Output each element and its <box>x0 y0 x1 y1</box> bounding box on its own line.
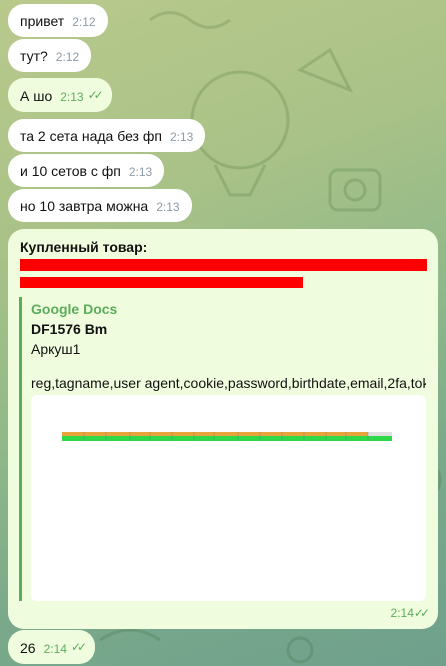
card-meta: 2:14 ✓✓ <box>390 606 431 621</box>
message-bubble[interactable]: но 10 завтра можна 2:13 <box>8 189 192 222</box>
preview-image[interactable] <box>31 395 426 601</box>
spreadsheet-thumbnail <box>62 432 392 441</box>
message-text: привет <box>20 13 65 29</box>
message-text: но 10 завтра можна <box>20 198 149 214</box>
read-checkmarks-icon: ✓✓ <box>70 640 87 654</box>
redaction-bar <box>20 259 427 271</box>
preview-title: DF1576 Bm <box>31 321 108 337</box>
message-text: и 10 сетов с фп <box>20 163 121 179</box>
message-time: 2:14 <box>43 642 67 656</box>
message-text: 26 <box>20 640 36 656</box>
message-text: тут? <box>20 48 48 64</box>
message-time: 2:13 <box>60 90 84 104</box>
card-title: Купленный товар: <box>20 239 148 255</box>
message-time: 2:12 <box>55 50 80 64</box>
link-preview[interactable]: Google Docs DF1576 Bm Аркуш1 reg,tagname… <box>19 297 426 601</box>
message-time: 2:14 <box>390 606 414 620</box>
message-text: А шо <box>20 88 53 104</box>
message-bubble-outgoing[interactable]: 26 2:14 ✓✓ <box>8 630 96 664</box>
message-time: 2:12 <box>72 15 96 29</box>
message-time: 2:13 <box>128 165 153 179</box>
preview-site-name: Google Docs <box>31 301 118 317</box>
message-time: 2:13 <box>156 200 180 214</box>
preview-subtitle: Аркуш1 <box>31 341 81 357</box>
message-bubble[interactable]: и 10 сетов с фп 2:13 <box>8 154 165 187</box>
message-time: 2:13 <box>169 130 194 144</box>
preview-description: reg,tagname,user agent,cookie,password,b… <box>31 375 426 391</box>
purchased-item-message[interactable]: Купленный товар: Google Docs DF1576 Bm А… <box>8 229 438 629</box>
read-checkmarks-icon: ✓✓ <box>87 88 104 102</box>
message-bubble[interactable]: тут? 2:12 <box>8 39 92 72</box>
message-text: та 2 сета нада без фп <box>20 128 162 144</box>
read-checkmarks-icon: ✓✓ <box>413 606 430 620</box>
redaction-bar <box>20 277 303 288</box>
message-bubble-outgoing[interactable]: А шо 2:13 ✓✓ <box>8 78 112 112</box>
message-bubble[interactable]: та 2 сета нада без фп 2:13 <box>8 119 206 152</box>
message-bubble[interactable]: привет 2:12 <box>8 4 108 37</box>
